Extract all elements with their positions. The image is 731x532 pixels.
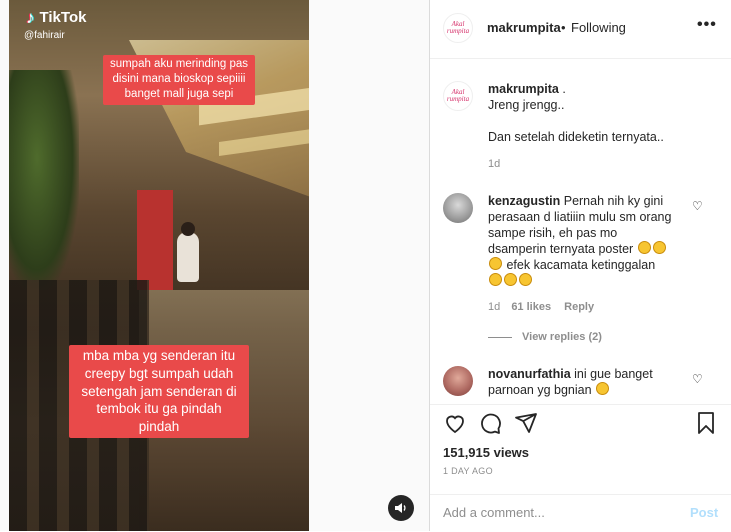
- reply-button[interactable]: Reply: [564, 301, 594, 313]
- caption-text: makrumpita . Jreng jrengg.. Dan setelah …: [488, 81, 664, 145]
- comments-list[interactable]: Akal rumpita makrumpita . Jreng jrengg..…: [430, 59, 731, 404]
- post-header: Akal rumpita makrumpita • Following •••: [430, 0, 731, 59]
- video-person: [177, 222, 199, 282]
- speaker-icon: [395, 503, 406, 513]
- comment-line: perasaan d liatiiin mulu sm orang: [488, 210, 672, 224]
- emoji-icon: [489, 273, 502, 286]
- comment-meta: 1d 61 likes Reply: [488, 301, 594, 313]
- comment-line: Pernah nih ky gini: [563, 194, 664, 208]
- separator-dot: •: [561, 20, 566, 35]
- comment-line: parnoan yg bgnian: [488, 383, 592, 397]
- profile-avatar[interactable]: Akal rumpita: [443, 13, 473, 43]
- heart-icon[interactable]: [443, 411, 467, 435]
- commenter-avatar[interactable]: [443, 193, 473, 223]
- view-replies-line: [488, 336, 512, 338]
- comment-username[interactable]: kenzagustin: [488, 194, 560, 208]
- post-timestamp[interactable]: 1 DAY AGO: [443, 466, 493, 476]
- comment-line: efek kacamata ketinggalan: [506, 258, 656, 272]
- post-sidebar: Akal rumpita makrumpita • Following ••• …: [430, 0, 731, 531]
- tiktok-logo-text: TikTok: [39, 9, 87, 26]
- tiktok-icon: ♪: [26, 8, 35, 27]
- caption-line-3: Dan setelah dideketin ternyata..: [488, 130, 664, 144]
- caption-avatar[interactable]: Akal rumpita: [443, 81, 473, 111]
- like-comment-heart-icon[interactable]: ♡: [692, 372, 703, 386]
- emoji-icon: [519, 273, 532, 286]
- avatar-logo-text: Akal rumpita: [446, 88, 470, 103]
- view-replies-label: View replies (2): [522, 331, 602, 343]
- caption-line-1: .: [562, 82, 566, 96]
- header-username[interactable]: makrumpita: [487, 20, 561, 35]
- emoji-icon: [637, 241, 651, 254]
- emoji-icon: [652, 241, 666, 254]
- post-video[interactable]: ♪ TikTok @fahirair sumpah aku merinding …: [9, 0, 309, 531]
- avatar-logo-text: Akal rumpita: [446, 20, 470, 35]
- view-replies-button[interactable]: View replies (2): [488, 331, 602, 343]
- tiktok-handle: @fahirair: [24, 30, 65, 41]
- comment-text: kenzagustin Pernah nih ky gini perasaan …: [488, 193, 671, 289]
- like-comment-heart-icon[interactable]: ♡: [692, 199, 703, 213]
- comment-text: novanurfathia ini gue banget parnoan yg …: [488, 366, 653, 398]
- comment-username[interactable]: novanurfathia: [488, 367, 571, 381]
- more-options-icon[interactable]: •••: [697, 16, 717, 34]
- caption-time[interactable]: 1d: [488, 158, 500, 170]
- video-caption-top: sumpah aku merinding pas disini mana bio…: [103, 55, 255, 105]
- emoji-icon: [596, 382, 610, 395]
- post-actions: 151,915 views 1 DAY AGO: [430, 404, 731, 495]
- comment-icon[interactable]: [478, 411, 502, 435]
- emoji-icon: [504, 273, 517, 286]
- video-caption-bottom: mba mba yg senderan itu creepy bgt sumpa…: [69, 345, 249, 439]
- add-comment-input[interactable]: Add a comment...: [443, 505, 545, 520]
- comment-line: dsamperin ternyata poster: [488, 242, 634, 256]
- caption-username[interactable]: makrumpita: [488, 82, 559, 96]
- add-comment-bar: Add a comment... Post: [430, 494, 731, 532]
- video-banner: [137, 190, 173, 290]
- caption-meta: 1d: [488, 158, 500, 170]
- comment-likes[interactable]: 61 likes: [511, 301, 551, 313]
- caption-line-2: Jreng jrengg..: [488, 98, 565, 112]
- tiktok-watermark: ♪ TikTok: [26, 9, 86, 26]
- following-button[interactable]: Following: [571, 20, 626, 35]
- commenter-avatar[interactable]: [443, 366, 473, 396]
- bookmark-icon[interactable]: [694, 411, 718, 435]
- sound-toggle-button[interactable]: [388, 495, 414, 521]
- comment-time[interactable]: 1d: [488, 301, 500, 313]
- comment-line: sampe risih, eh pas mo: [488, 226, 618, 240]
- emoji-icon: [489, 257, 502, 270]
- post-comment-button[interactable]: Post: [690, 505, 718, 520]
- media-panel: ♪ TikTok @fahirair sumpah aku merinding …: [0, 0, 430, 531]
- share-icon[interactable]: [514, 411, 538, 435]
- comment-line: ini gue banget: [574, 367, 653, 381]
- view-count[interactable]: 151,915 views: [443, 445, 529, 460]
- video-plant: [9, 70, 79, 290]
